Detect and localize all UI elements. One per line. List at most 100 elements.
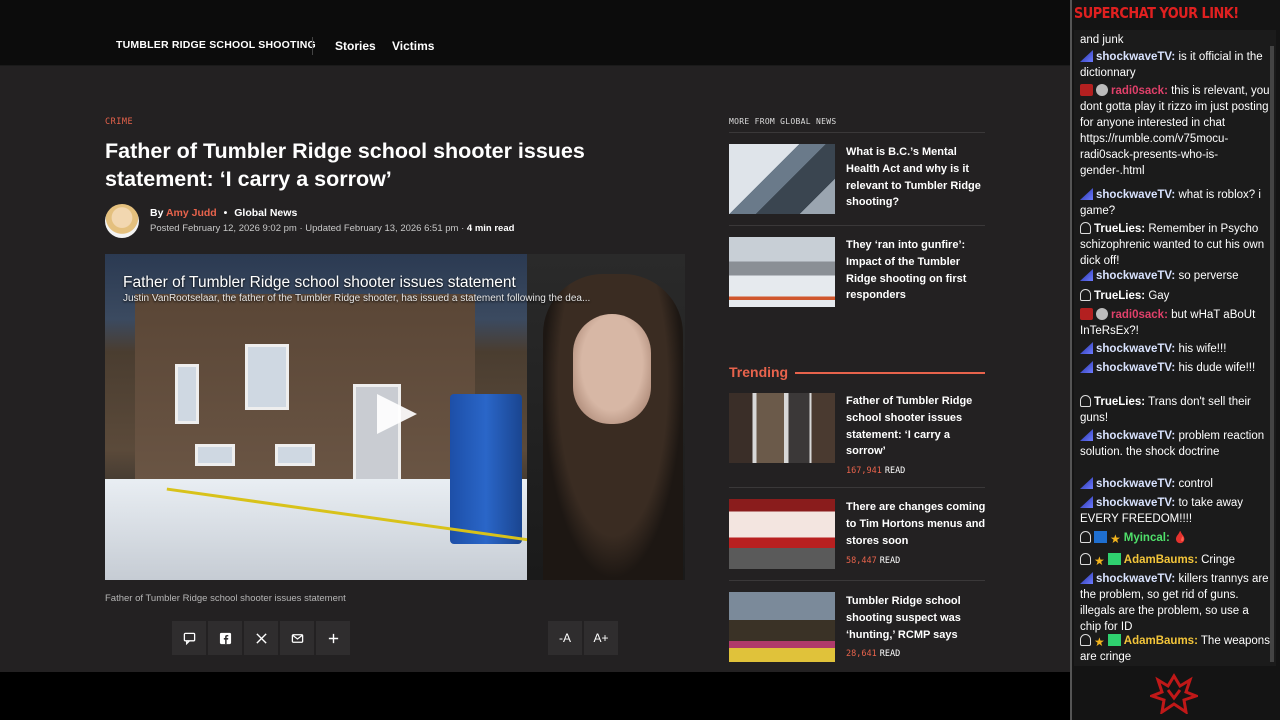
chat-message: and junk [1080,32,1270,48]
user-badge-icon [1080,531,1091,543]
trending-1-read-label: READ [884,466,906,476]
trending-thumb-1[interactable] [729,393,835,463]
article-dates: Posted February 12, 2026 9:02 pm · Updat… [150,223,514,234]
chat-username[interactable]: shockwaveTV: [1096,478,1175,490]
decrease-font-button[interactable]: -A [548,621,582,655]
comment-button[interactable] [172,621,206,655]
trending-story-2-title[interactable]: There are changes coming to Tim Hortons … [846,499,986,549]
trending-story-1-title[interactable]: Father of Tumbler Ridge school shooter i… [846,393,986,460]
chat-text: and junk [1080,34,1124,46]
trending-thumb-2[interactable] [729,499,835,569]
updated-date: Updated February 13, 2026 6:51 pm [305,223,459,234]
user-badge-icon [1080,222,1091,234]
nav-item-stories[interactable]: Stories [335,39,376,53]
chat-username[interactable]: shockwaveTV: [1096,362,1175,374]
chat-username[interactable]: shockwaveTV: [1096,573,1175,585]
chat-message: radi0sack: but wHaT aBoUt InTeRsEx?! [1080,307,1270,339]
chat-message: ★ AdamBaums: The weapons are cringe [1080,633,1270,665]
category-tag[interactable]: CRIME [105,117,133,127]
more-thumb-2[interactable] [729,237,835,307]
article-page: TUMBLER RIDGE SCHOOL SHOOTING Stories Vi… [0,0,1070,720]
chat-username[interactable]: AdamBaums: [1124,554,1198,566]
user-badge-icon [1080,634,1091,646]
star-badge-icon: ★ [1094,554,1105,568]
x-icon [255,632,267,644]
chat-text: 🩸 [1169,532,1188,544]
chat-message: shockwaveTV: his wife!!! [1080,341,1270,357]
shockwave-badge-icon [1080,269,1093,281]
video-subtitle: Justin VanRootselaar, the father of the … [123,293,591,304]
chat-username[interactable]: AdamBaums: [1124,635,1198,647]
chat-username[interactable]: shockwaveTV: [1096,270,1175,282]
more-story-1-title[interactable]: What is B.C.’s Mental Health Act and why… [846,144,986,211]
chat-text: this is relevant, you dont gotta play it… [1080,85,1270,177]
play-icon[interactable] [377,394,417,434]
chat-username[interactable]: TrueLies: [1094,396,1145,408]
chat-username[interactable]: shockwaveTV: [1096,497,1175,509]
bottom-band [0,672,1070,720]
outlet-name: Global News [234,207,298,219]
chat-username[interactable]: shockwaveTV: [1096,343,1175,355]
sidebar-divider [729,487,985,488]
chat-message: shockwaveTV: is it official in the dicti… [1080,49,1270,81]
grey-badge-icon [1096,84,1108,96]
green-badge-icon [1107,634,1121,646]
trending-3-read-label: READ [879,649,901,659]
facebook-share-button[interactable] [208,621,242,655]
chat-scrollbar[interactable] [1270,46,1274,662]
chat-text: his dude wife!!! [1175,362,1256,374]
grey-badge-icon [1096,308,1108,320]
chat-username[interactable]: Myincal: [1124,532,1170,544]
x-share-button[interactable] [244,621,278,655]
trending-story-3-title[interactable]: Tumbler Ridge school shooting suspect wa… [846,593,986,643]
chat-text: Cringe [1197,554,1235,566]
more-story-2-title[interactable]: They ‘ran into gunfire’: Impact of the T… [846,237,986,304]
more-thumb-1[interactable] [729,144,835,214]
trending-1-read-count: 167,941 [846,466,882,476]
trending-thumb-3[interactable] [729,592,835,662]
author-link[interactable]: Amy Judd [166,207,217,219]
chat-text: so perverse [1175,270,1239,282]
trending-rule [795,372,985,374]
video-house [135,294,475,494]
author-avatar[interactable] [105,204,139,238]
email-share-button[interactable] [280,621,314,655]
channel-logo-icon [1150,673,1198,714]
top-nav: TUMBLER RIDGE SCHOOL SHOOTING Stories Vi… [0,0,1070,66]
green-badge-icon [1107,553,1121,565]
user-badge-icon [1080,553,1091,565]
trending-2-read-count: 58,447 [846,556,877,566]
chat-message: shockwaveTV: his dude wife!!! [1080,360,1270,376]
chat-message: radi0sack: this is relevant, you dont go… [1080,83,1270,179]
nav-item-victims[interactable]: Victims [392,39,434,53]
chat-username[interactable]: TrueLies: [1094,290,1145,302]
chat-text: Gay [1145,290,1170,302]
video-player[interactable]: Father of Tumbler Ridge school shooter i… [105,254,685,580]
more-share-button[interactable] [316,621,350,655]
nav-brand-link[interactable]: TUMBLER RIDGE SCHOOL SHOOTING [116,39,316,51]
shockwave-badge-icon [1080,429,1093,441]
trending-story-1-reads: 167,941 READ [846,466,905,476]
chat-text: his wife!!! [1175,343,1227,355]
posted-date: Posted February 12, 2026 9:02 pm [150,223,297,234]
star-badge-icon: ★ [1094,635,1105,649]
increase-font-button[interactable]: A+ [584,621,618,655]
chat-message: TrueLies: Trans don't sell their guns! [1080,394,1270,426]
chat-message: shockwaveTV: what is roblox? i game? [1080,187,1270,219]
star-badge-icon: ★ [1110,532,1121,546]
chat-username[interactable]: radi0sack: [1111,309,1168,321]
chat-username[interactable]: shockwaveTV: [1096,430,1175,442]
chat-message: shockwaveTV: so perverse [1080,268,1270,284]
chat-message: TrueLies: Remember in Psycho schizophren… [1080,221,1270,269]
article-headline: Father of Tumbler Ridge school shooter i… [105,139,585,191]
chat-username[interactable]: shockwaveTV: [1096,51,1175,63]
chat-message: shockwaveTV: killers trannys are the pro… [1080,571,1270,635]
user-badge-icon [1080,289,1091,301]
chat-username[interactable]: radi0sack: [1111,85,1168,97]
chat-username[interactable]: shockwaveTV: [1096,189,1175,201]
video-title: Father of Tumbler Ridge school shooter i… [123,274,516,291]
byline-by: By [150,207,164,219]
trending-3-read-count: 28,641 [846,649,877,659]
more-from-heading: MORE FROM GLOBAL NEWS [729,117,837,126]
chat-username[interactable]: TrueLies: [1094,223,1145,235]
